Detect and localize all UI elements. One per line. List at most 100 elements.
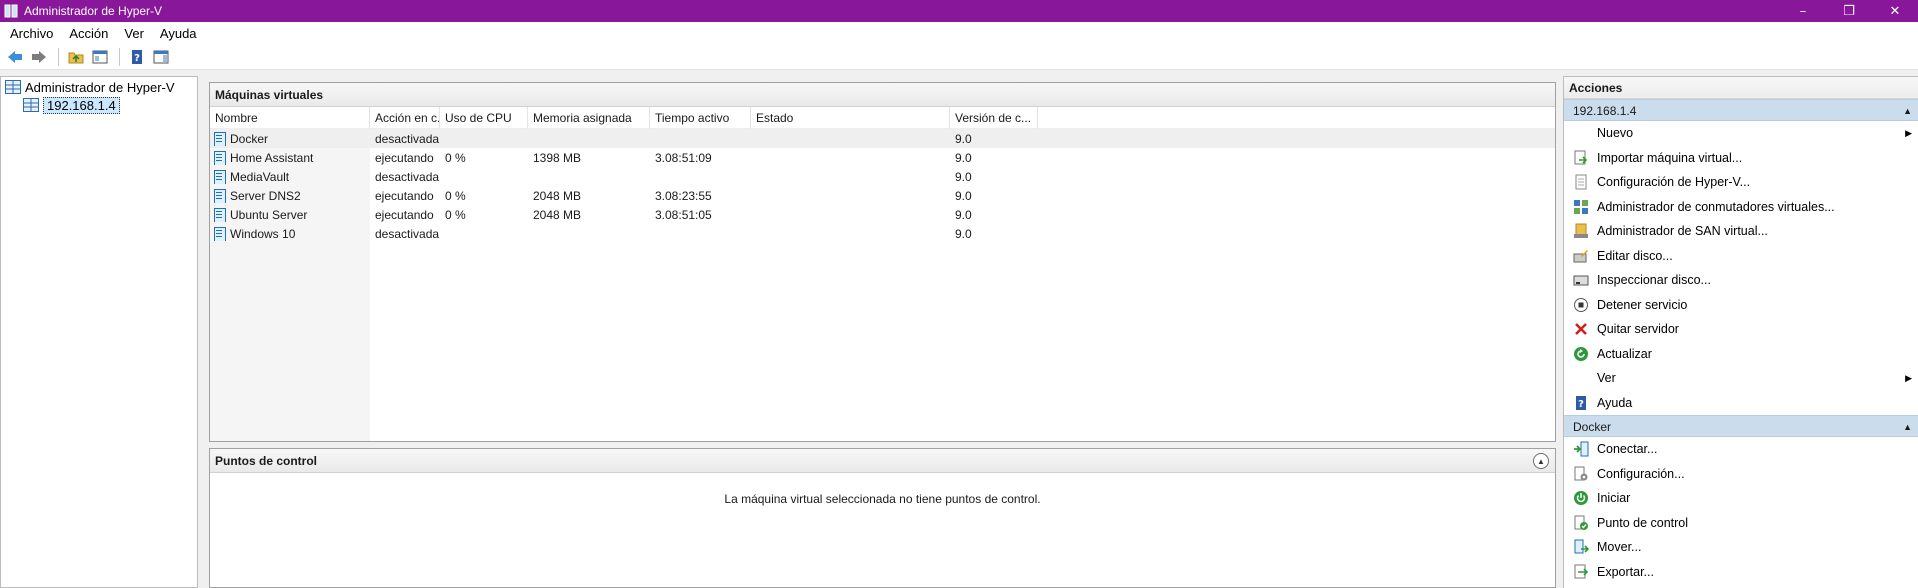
virtual-machine-icon [214, 131, 226, 146]
vm-cell-name: Windows 10 [210, 226, 370, 241]
vm-cell-name: Ubuntu Server [210, 207, 370, 222]
vm-cell-uptime: 3.08:23:55 [655, 188, 712, 203]
vm-cell-state: desactivada [375, 169, 440, 184]
help-button[interactable]: ? [126, 47, 148, 67]
remove-x-icon [1573, 321, 1589, 337]
action-ver[interactable]: Ver ▶ [1564, 366, 1918, 391]
column-header-cpu[interactable]: Uso de CPU [440, 107, 528, 129]
minimize-button[interactable]: – [1780, 0, 1826, 22]
table-row[interactable]: MediaVault desactivada 9.0 [210, 167, 1555, 186]
vm-cell-state: ejecutando [375, 150, 434, 165]
action-exportar[interactable]: Exportar... [1564, 560, 1918, 585]
action-conectar[interactable]: Conectar... [1564, 437, 1918, 462]
action-iniciar[interactable]: Iniciar [1564, 486, 1918, 511]
action-administrador-de-conmutadores-virtuales[interactable]: Administrador de conmutadores virtuales.… [1564, 195, 1918, 220]
svg-text:?: ? [134, 53, 140, 64]
action-label: Actualizar [1597, 346, 1652, 361]
maximize-button[interactable]: ❐ [1826, 0, 1872, 22]
actions-group-server[interactable]: 192.168.1.4 ▲ [1564, 99, 1918, 121]
server-icon [23, 98, 39, 112]
power-icon [1573, 490, 1589, 506]
action-editar-disco[interactable]: Editar disco... [1564, 244, 1918, 269]
vm-cell-uptime: 3.08:51:05 [655, 207, 712, 222]
show-actions-pane-button[interactable] [150, 47, 172, 67]
center-pane: Máquinas virtuales ⌃ Nombre Acción en c.… [204, 76, 1558, 588]
actions-group-vm[interactable]: Docker ▲ [1564, 415, 1918, 437]
action-label: Exportar... [1597, 564, 1654, 579]
vm-list: Docker desactivada 9.0 Home Assistant ejecut… [210, 129, 1555, 441]
tree-item-server[interactable]: 192.168.1.4 [1, 96, 197, 114]
menu-ver[interactable]: Ver [114, 26, 150, 41]
action-quitar-servidor[interactable]: Quitar servidor [1564, 317, 1918, 342]
help-book-icon: ? [132, 49, 142, 64]
close-button[interactable]: ✕ [1872, 0, 1918, 22]
action-label: Configuración... [1597, 466, 1685, 481]
table-row[interactable]: Ubuntu Server ejecutando 0 % 2048 MB 3.08:51… [210, 205, 1555, 224]
vm-cell-name: Home Assistant [210, 150, 370, 165]
tree-root-hyperv-manager[interactable]: Administrador de Hyper-V [1, 78, 197, 96]
action-punto-de-control[interactable]: Punto de control [1564, 511, 1918, 536]
actions-group-vm-label: Docker [1573, 420, 1612, 434]
vm-cell-version: 9.0 [955, 188, 972, 203]
collapse-panel-button[interactable]: ▲ [1533, 453, 1549, 469]
column-header-status[interactable]: Estado [751, 107, 950, 129]
action-label: Configuración de Hyper-V... [1597, 175, 1751, 190]
table-row[interactable]: Docker desactivada 9.0 [210, 129, 1555, 148]
checkpoints-empty-message: La máquina virtual seleccionada no tiene… [724, 492, 1041, 506]
svg-text:?: ? [1578, 399, 1584, 410]
forward-button[interactable] [28, 47, 50, 67]
menu-bar: Archivo Acción Ver Ayuda [0, 22, 1918, 44]
checkpoint-icon [1573, 515, 1589, 531]
action-label: Administrador de conmutadores virtuales.… [1597, 199, 1835, 214]
virtual-machines-header: Máquinas virtuales [210, 83, 1555, 107]
action-label: Conectar... [1597, 442, 1658, 457]
hyperv-manager-icon [5, 80, 21, 94]
column-header-state[interactable]: Acción en c... [370, 107, 440, 129]
toolbar-separator [119, 47, 120, 66]
vm-cell-cpu: 0 % [445, 188, 466, 203]
vm-cell-version: 9.0 [955, 169, 972, 184]
submenu-arrow-icon: ▶ [1905, 372, 1912, 383]
vm-cell-version: 9.0 [955, 131, 972, 146]
action-inspeccionar-disco[interactable]: Inspeccionar disco... [1564, 268, 1918, 293]
checkpoints-header: Puntos de control ▲ [210, 449, 1555, 473]
action-nuevo[interactable]: Nuevo ▶ [1564, 121, 1918, 146]
action-label: Administrador de SAN virtual... [1597, 224, 1768, 239]
action-mover[interactable]: Mover... [1564, 535, 1918, 560]
column-header-version[interactable]: Versión de c... [950, 107, 1038, 129]
action-importar-máquina-virtual[interactable]: Importar máquina virtual... [1564, 146, 1918, 171]
table-row[interactable]: Server DNS2 ejecutando 0 % 2048 MB 3.08:23:5… [210, 186, 1555, 205]
action-configuración[interactable]: Configuración... [1564, 462, 1918, 487]
virtual-machine-icon [214, 169, 226, 184]
show-hide-tree-button[interactable] [89, 47, 111, 67]
actions-pane: Acciones 192.168.1.4 ▲ Nuevo ▶ Importar má… [1563, 76, 1918, 588]
menu-accion[interactable]: Acción [59, 26, 114, 41]
action-ayuda[interactable]: ? Ayuda [1564, 391, 1918, 416]
vm-settings-icon [1573, 466, 1589, 482]
up-folder-button[interactable] [65, 47, 87, 67]
sort-ascending-icon: ⌃ [290, 107, 298, 113]
action-administrador-de-san-virtual[interactable]: Administrador de SAN virtual... [1564, 219, 1918, 244]
virtual-machine-icon [214, 226, 226, 241]
vm-cell-cpu: 0 % [445, 150, 466, 165]
action-actualizar[interactable]: Actualizar [1564, 342, 1918, 367]
table-row[interactable]: Home Assistant ejecutando 0 % 1398 MB 3.08:5… [210, 148, 1555, 167]
vm-cell-name: MediaVault [210, 169, 370, 184]
table-row[interactable]: Windows 10 desactivada 9.0 [210, 224, 1555, 243]
column-header-name[interactable]: ⌃ Nombre [210, 107, 370, 129]
back-button[interactable] [4, 47, 26, 67]
vm-cell-cpu: 0 % [445, 207, 466, 222]
action-label: Iniciar [1597, 491, 1631, 506]
checkpoints-title: Puntos de control [215, 453, 317, 468]
column-header-memory[interactable]: Memoria asignada [528, 107, 650, 129]
action-label: Importar máquina virtual... [1597, 150, 1743, 165]
menu-archivo[interactable]: Archivo [0, 26, 59, 41]
export-icon [1573, 564, 1589, 580]
action-configuración-de-hyper-v[interactable]: Configuración de Hyper-V... [1564, 170, 1918, 195]
menu-ayuda[interactable]: Ayuda [150, 26, 203, 41]
column-header-uptime[interactable]: Tiempo activo [650, 107, 751, 129]
window-title: Administrador de Hyper-V [24, 4, 163, 18]
action-detener-servicio[interactable]: Detener servicio [1564, 293, 1918, 318]
action-label: Punto de control [1597, 515, 1689, 530]
action-label: Editar disco... [1597, 248, 1673, 263]
